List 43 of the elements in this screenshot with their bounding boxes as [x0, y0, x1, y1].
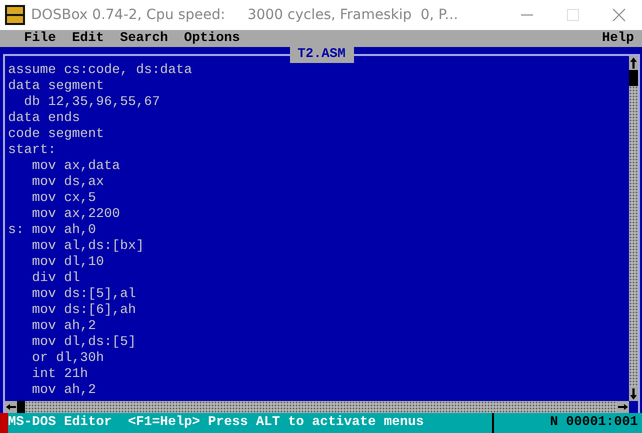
- code-line: mov ax,data: [30, 159, 121, 175]
- code-line: mov ds,ax: [30, 175, 105, 191]
- status-hint: <F1=Help> Press ALT to activate menus: [128, 415, 425, 431]
- code-line: mov ah,2: [30, 319, 97, 335]
- menu-item[interactable]: Help: [602, 30, 634, 46]
- menu-item[interactable]: Search: [120, 30, 168, 46]
- menu-item[interactable]: Edit: [72, 30, 104, 46]
- vertical-scrollbar[interactable]: [629, 56, 638, 401]
- status-program: MS-DOS Editor: [8, 415, 112, 431]
- document-title: T2.ASM: [290, 47, 354, 63]
- code-line: start:: [8, 143, 57, 159]
- maximize-icon: [566, 8, 580, 22]
- scroll-thumb[interactable]: [17, 401, 25, 413]
- window-title: DOSBox 0.74-2, Cpu speed: 3000 cycles, Frameskip 0, P...: [31, 7, 458, 23]
- app-logo-icon: [5, 5, 25, 25]
- code-line: mov dl,10: [30, 255, 105, 271]
- code-line: assume cs:code, ds:data: [8, 63, 193, 79]
- code-line: div dl: [30, 271, 81, 287]
- scroll-left-icon[interactable]: [5, 401, 17, 413]
- status-marker: [0, 413, 8, 433]
- code-line: int 21h: [30, 367, 89, 383]
- code-line: mov ax,2200: [30, 207, 121, 223]
- code-line: data segment: [8, 79, 105, 95]
- code-line: db 12,35,96,55,67: [22, 95, 161, 111]
- code-line: or dl,30h: [30, 351, 105, 367]
- close-icon[interactable]: [612, 8, 626, 22]
- code-line: mov cx,5: [30, 191, 97, 207]
- scroll-down-icon[interactable]: [629, 387, 638, 401]
- cursor-position: N 00001:001: [492, 413, 642, 433]
- code-line: mov ds:[5],al: [30, 287, 137, 303]
- code-line: mov al,ds:[bx]: [30, 239, 145, 255]
- scroll-right-icon[interactable]: [617, 401, 629, 413]
- code-line: mov ah,2: [30, 383, 97, 399]
- scroll-thumb[interactable]: [629, 70, 638, 86]
- scroll-up-icon[interactable]: [629, 56, 638, 70]
- code-line: s: mov ah,0: [8, 223, 97, 239]
- horizontal-scrollbar[interactable]: [5, 401, 629, 413]
- menu-item[interactable]: Options: [184, 30, 240, 46]
- code-line: code segment: [8, 127, 105, 143]
- code-line: data ends: [8, 111, 81, 127]
- code-line: mov ds:[6],ah: [30, 303, 137, 319]
- menu-item[interactable]: File: [24, 30, 56, 46]
- code-line: mov dl,ds:[5]: [30, 335, 137, 351]
